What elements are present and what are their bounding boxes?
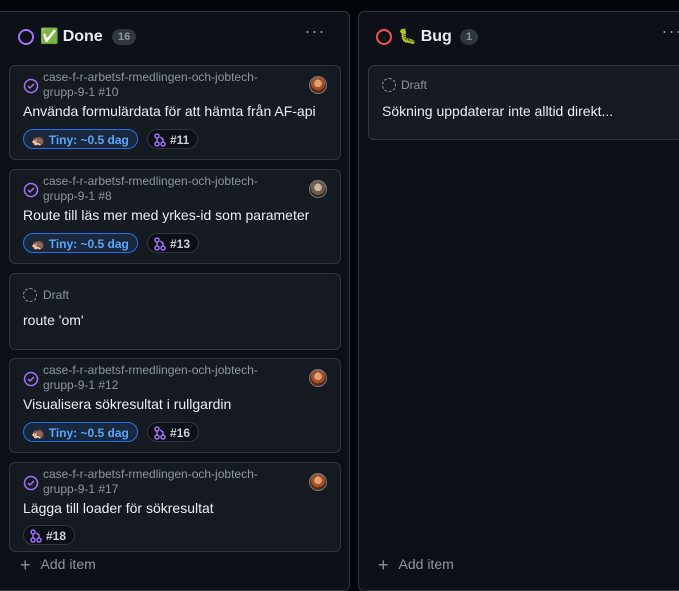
avatar[interactable]: [309, 76, 327, 94]
hedgehog-icon: 🦔: [31, 135, 45, 147]
draft-icon: [23, 288, 37, 302]
column-header: 🐛Bug 1 ···: [359, 12, 679, 62]
linked-pr-badge[interactable]: #13: [147, 233, 200, 253]
linked-pr-badge[interactable]: #18: [23, 525, 76, 545]
card-title[interactable]: Route till läs mer med yrkes-id som para…: [23, 207, 309, 223]
plus-icon: +: [378, 555, 389, 575]
bug-emoji-icon: 🐛: [398, 28, 417, 45]
item-count-badge: 1: [460, 29, 479, 45]
column-done: ✅ Done 16 ··· case-f-r-arbetsf-rmedlingen…: [0, 11, 350, 591]
column-bug: 🐛Bug 1 ··· Draft Sökning uppdaterar inte…: [358, 11, 679, 591]
card-title[interactable]: Sökning uppdaterar inte alltid direkt...: [382, 103, 613, 119]
closed-issue-icon: [23, 78, 39, 94]
size-label[interactable]: 🦔 Tiny: ~0.5 dag: [23, 129, 138, 149]
card-title[interactable]: route 'om': [23, 312, 84, 328]
pr-number: #16: [170, 426, 191, 440]
card-repo-ref[interactable]: case-f-r-arbetsf-rmedlingen-och-jobtech-…: [43, 363, 263, 393]
add-item-label: Add item: [398, 556, 454, 572]
size-label-text: Tiny: ~0.5 dag: [48, 426, 129, 440]
size-label-text: Tiny: ~0.5 dag: [48, 133, 129, 147]
card-10[interactable]: case-f-r-arbetsf-rmedlingen-och-jobtech-…: [9, 65, 341, 160]
avatar[interactable]: [309, 369, 327, 387]
card-draft[interactable]: Draft Sökning uppdaterar inte alltid dir…: [368, 65, 679, 140]
card-repo-ref[interactable]: case-f-r-arbetsf-rmedlingen-och-jobtech-…: [43, 174, 263, 204]
pr-number: #18: [46, 529, 67, 543]
card-17[interactable]: case-f-r-arbetsf-rmedlingen-och-jobtech-…: [9, 462, 341, 552]
card-title[interactable]: Använda formulärdata för att hämta från …: [23, 103, 316, 119]
plus-icon: +: [20, 555, 31, 575]
avatar[interactable]: [309, 180, 327, 198]
card-8[interactable]: case-f-r-arbetsf-rmedlingen-och-jobtech-…: [9, 169, 341, 264]
size-label[interactable]: 🦔 Tiny: ~0.5 dag: [23, 233, 138, 253]
card-repo-ref[interactable]: case-f-r-arbetsf-rmedlingen-och-jobtech-…: [43, 70, 263, 100]
column-more-icon[interactable]: ···: [304, 22, 326, 45]
column-title-text: Bug: [420, 28, 452, 45]
linked-pr-badge[interactable]: #11: [147, 129, 199, 149]
pull-request-icon: [154, 237, 166, 251]
column-more-icon[interactable]: ···: [661, 22, 679, 45]
pull-request-icon: [154, 133, 166, 147]
column-title-text: Done: [62, 28, 103, 45]
column-title[interactable]: 🐛 Bug: [398, 27, 452, 46]
status-circle-icon: [376, 29, 392, 45]
status-circle-icon: [18, 29, 34, 45]
column-header: ✅ Done 16 ···: [0, 12, 349, 62]
add-item-button[interactable]: + Add item: [20, 555, 96, 576]
card-repo-ref[interactable]: case-f-r-arbetsf-rmedlingen-och-jobtech-…: [43, 467, 263, 497]
linked-pr-badge[interactable]: #16: [147, 422, 200, 442]
pr-number: #11: [170, 133, 190, 147]
size-label[interactable]: 🦔 Tiny: ~0.5 dag: [23, 422, 138, 442]
hedgehog-icon: 🦔: [31, 428, 45, 440]
closed-issue-icon: [23, 371, 39, 387]
draft-label: Draft: [401, 78, 428, 92]
pr-number: #13: [170, 237, 191, 251]
item-count-badge: 16: [112, 29, 137, 45]
card-title[interactable]: Lägga till loader för sökresultat: [23, 500, 214, 516]
size-label-text: Tiny: ~0.5 dag: [48, 237, 129, 251]
pull-request-icon: [30, 529, 42, 543]
card-title[interactable]: Visualisera sökresultat i rullgardin: [23, 396, 231, 412]
hedgehog-icon: 🦔: [31, 239, 45, 251]
draft-icon: [382, 78, 396, 92]
check-emoji-icon: ✅: [40, 28, 59, 45]
card-draft[interactable]: Draft route 'om': [9, 273, 341, 350]
closed-issue-icon: [23, 475, 39, 491]
add-item-label: Add item: [40, 556, 96, 572]
draft-label: Draft: [43, 288, 70, 302]
pull-request-icon: [154, 426, 166, 440]
column-title[interactable]: ✅ Done: [40, 27, 103, 46]
add-item-button[interactable]: + Add item: [378, 555, 454, 576]
closed-issue-icon: [23, 182, 39, 198]
avatar[interactable]: [309, 473, 327, 491]
card-12[interactable]: case-f-r-arbetsf-rmedlingen-och-jobtech-…: [9, 358, 341, 453]
